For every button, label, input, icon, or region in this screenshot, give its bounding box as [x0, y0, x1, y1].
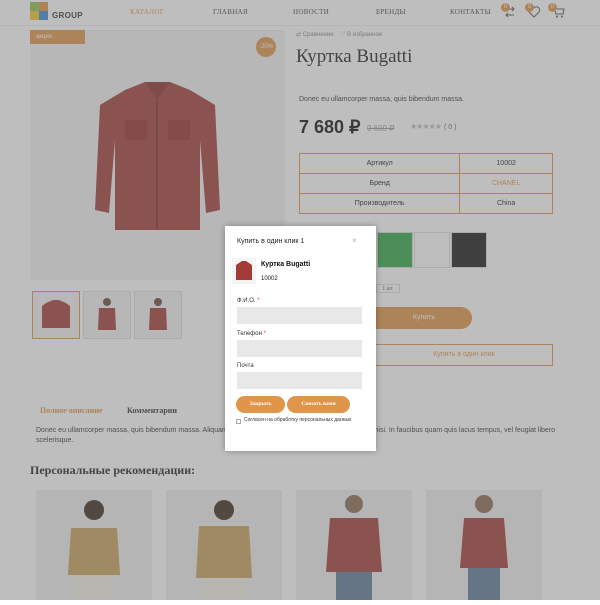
one-click-modal: Купить в один клик 1 × Куртка Bugatti 10…: [225, 226, 376, 451]
modal-title: Купить в один клик 1: [237, 238, 305, 245]
modal-product-thumb: [232, 258, 256, 284]
call-back-button[interactable]: Связать вами: [287, 396, 350, 413]
close-icon[interactable]: ×: [352, 236, 357, 245]
required-mark: *: [263, 331, 266, 337]
phone-label: Телефон *: [237, 331, 266, 337]
email-field[interactable]: [237, 372, 362, 389]
agree-checkbox[interactable]: [236, 419, 241, 424]
name-label-text: Ф.И.О.: [237, 298, 256, 304]
name-field[interactable]: [237, 307, 362, 324]
name-label: Ф.И.О. *: [237, 298, 260, 304]
required-mark: *: [257, 298, 260, 304]
phone-label-text: Телефон: [237, 331, 262, 337]
close-button[interactable]: Закрыть: [236, 396, 285, 413]
modal-product-name: Куртка Bugatti: [261, 261, 311, 268]
jacket-thumb: [236, 261, 252, 280]
email-label: Почта: [237, 363, 254, 369]
phone-field[interactable]: [237, 340, 362, 357]
agree-text: Согласен на обработку персональных данны…: [244, 417, 352, 423]
modal-product-article: 10002: [261, 276, 278, 282]
